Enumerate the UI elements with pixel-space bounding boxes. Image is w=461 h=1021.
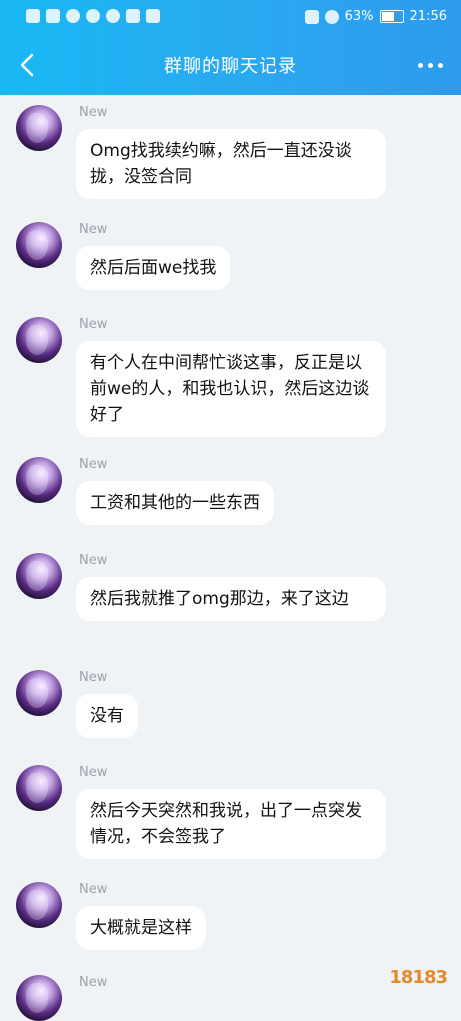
more-options-button[interactable]: [413, 50, 447, 80]
avatar[interactable]: [16, 553, 62, 599]
battery-icon: [379, 10, 404, 23]
status-bar: 63% 21:56: [0, 0, 461, 36]
sender-name: New: [79, 765, 108, 780]
page-title: 群聊的聊天记录: [164, 56, 297, 77]
mute-icon: [324, 9, 339, 24]
message-bubble[interactable]: 然后后面we找我: [76, 246, 231, 290]
eye-icon: [106, 9, 120, 23]
nfc-icon: [304, 9, 319, 24]
battery-percent: 63%: [344, 9, 374, 24]
message-bubble[interactable]: Omg找我续约嘛，然后一直还没谈拢，没签合同: [76, 129, 386, 199]
avatar[interactable]: [16, 105, 62, 151]
dot-icon: [417, 62, 423, 68]
message-bubble[interactable]: 然后我就推了omg那边，来了这边: [76, 577, 386, 621]
app-notification-icon-2: [146, 9, 160, 23]
status-icons-right: 63% 21:56: [304, 9, 447, 24]
sender-name: New: [79, 222, 108, 237]
dot-icon: [427, 62, 433, 68]
message-bubble[interactable]: 工资和其他的一些东西: [76, 481, 274, 525]
sender-name: New: [79, 457, 108, 472]
avatar[interactable]: [16, 457, 62, 503]
sender-name: New: [79, 670, 108, 685]
message-bubble[interactable]: 没有: [76, 694, 138, 738]
avatar[interactable]: [16, 975, 62, 1021]
avatar[interactable]: [16, 765, 62, 811]
sender-name: New: [79, 553, 108, 568]
message-bubble[interactable]: 有个人在中间帮忙谈这事，反正是以前we的人，和我也认识，然后这边谈好了: [76, 341, 386, 437]
avatar[interactable]: [16, 222, 62, 268]
dot-icon: [437, 62, 443, 68]
sender-name: New: [79, 975, 108, 990]
status-icons-left: [26, 9, 160, 23]
signal-icon: [46, 9, 60, 23]
avatar[interactable]: [16, 882, 62, 928]
message-bubble[interactable]: 然后今天突然和我说，出了一点突发情况，不会签我了: [76, 789, 386, 859]
vpn-icon: [86, 9, 100, 23]
clock: 21:56: [409, 9, 447, 24]
watermark-text: 18183: [389, 967, 448, 988]
avatar[interactable]: [16, 670, 62, 716]
sender-name: New: [79, 317, 108, 332]
avatar[interactable]: [16, 317, 62, 363]
sender-name: New: [79, 105, 108, 120]
sender-name: New: [79, 882, 108, 897]
top-bar: 63% 21:56 群聊的聊天记录: [0, 0, 461, 95]
navigation-row: 群聊的聊天记录: [0, 40, 461, 90]
chat-history[interactable]: New Omg找我续约嘛，然后一直还没谈拢，没签合同 New 然后后面we找我 …: [0, 95, 461, 1021]
message-bubble[interactable]: 大概就是这样: [76, 906, 206, 950]
watermark-logo: 18183: [383, 950, 455, 996]
app-notification-icon: [126, 9, 140, 23]
wifi-icon: [66, 9, 80, 23]
hd-icon: [26, 9, 40, 23]
